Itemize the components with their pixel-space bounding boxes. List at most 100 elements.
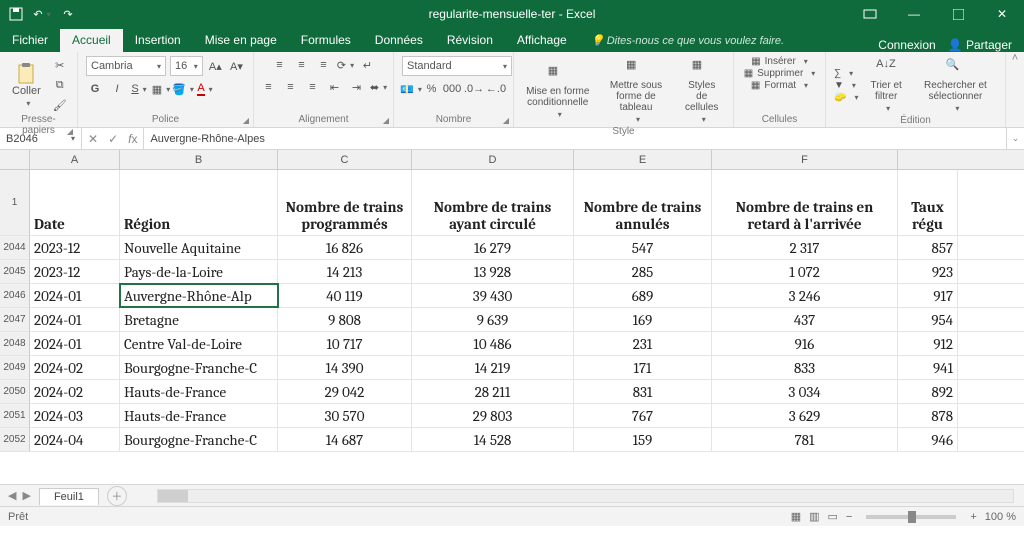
cell[interactable]: 14 219 [412,356,574,379]
cell[interactable]: 9 808 [278,308,412,331]
dialog-launcher-icon[interactable]: ◢ [67,127,73,136]
font-size-select[interactable]: 16▾ [170,56,203,76]
zoom-out-icon[interactable]: − [846,511,852,523]
cell[interactable]: 547 [574,236,712,259]
delete-cells-button[interactable]: ▦ Supprimer▾ [744,68,816,79]
increase-font-icon[interactable]: A▴ [207,57,224,75]
signin-link[interactable]: Connexion [878,38,935,52]
cell[interactable]: 833 [712,356,898,379]
page-break-view-icon[interactable]: ▭ [828,510,838,523]
tell-me[interactable]: 💡Dites-nous ce que vous voulez faire. [591,30,784,52]
page-layout-view-icon[interactable]: ▥ [809,510,819,523]
cell[interactable]: 3 629 [712,404,898,427]
header-cell[interactable]: Date [30,170,120,235]
clear-button[interactable]: 🧽▾ [834,92,858,103]
column-headers[interactable]: A B C D E F [30,150,1024,170]
row-header[interactable]: 1 [0,170,30,236]
insert-cells-button[interactable]: ▦ Insérer▾ [751,56,808,67]
cell[interactable]: 912 [898,332,958,355]
tab-insert[interactable]: Insertion [123,29,193,52]
cell[interactable]: 9 639 [412,308,574,331]
col-header-B[interactable]: B [120,150,278,169]
cell[interactable]: 14 213 [278,260,412,283]
header-cell[interactable]: Nombre de trains ayant circulé [412,170,574,235]
cell[interactable]: Auvergne-Rhône-Alp [120,284,278,307]
cell[interactable]: 39 430 [412,284,574,307]
cell[interactable]: 159 [574,428,712,451]
cut-icon[interactable]: ✂ [51,56,69,74]
expand-formula-bar-icon[interactable]: ⌄ [1006,128,1024,149]
borders-icon[interactable]: ▦▾ [152,80,170,98]
cell[interactable]: 10 486 [412,332,574,355]
cell[interactable]: 2024-04 [30,428,120,451]
cell[interactable]: 2 317 [712,236,898,259]
format-painter-icon[interactable]: 🖌 [51,96,69,114]
cell[interactable]: 2024-01 [30,284,120,307]
share-button[interactable]: 👤 Partager [948,38,1012,52]
copy-icon[interactable]: ⧉ [51,76,69,94]
cell[interactable]: Bretagne [120,308,278,331]
cell[interactable]: 2024-03 [30,404,120,427]
align-right-icon[interactable]: ≡ [304,78,322,96]
cell[interactable]: 169 [574,308,712,331]
ribbon-options-icon[interactable] [848,0,892,28]
cell[interactable]: Hauts-de-France [120,404,278,427]
sort-filter-button[interactable]: A↓ZTrier et filtrer▾ [864,56,907,115]
row-header[interactable]: 2044 [0,236,30,260]
dialog-launcher-icon[interactable]: ◢ [503,116,509,125]
row-header[interactable]: 2051 [0,404,30,428]
italic-button[interactable]: I [108,80,126,98]
cell[interactable]: 946 [898,428,958,451]
cell[interactable]: 14 390 [278,356,412,379]
enter-formula-icon[interactable]: ✓ [108,132,118,146]
new-sheet-button[interactable]: ＋ [107,486,127,506]
cell[interactable]: 2024-01 [30,308,120,331]
number-format-select[interactable]: Standard▾ [402,56,512,76]
align-middle-icon[interactable]: ≡ [293,56,311,74]
header-cell[interactable]: Nombre de trains annulés [574,170,712,235]
cell[interactable]: Centre Val-de-Loire [120,332,278,355]
cell[interactable]: 29 042 [278,380,412,403]
cell[interactable]: Nouvelle Aquitaine [120,236,278,259]
close-icon[interactable]: ✕ [980,0,1024,28]
align-center-icon[interactable]: ≡ [282,78,300,96]
col-header-C[interactable]: C [278,150,412,169]
decrease-decimal-icon[interactable]: ←.0 [487,80,505,98]
row-header[interactable]: 2047 [0,308,30,332]
font-color-icon[interactable]: A▾ [196,80,214,98]
sheet-nav-next-icon[interactable]: ▶ [22,489,30,502]
fill-button[interactable]: ▼▾ [834,80,858,91]
collapse-ribbon-icon[interactable]: ˄ [1006,52,1024,127]
row-header[interactable]: 2045 [0,260,30,284]
header-cell[interactable]: Nombre de trains en retard à l'arrivée [712,170,898,235]
find-select-button[interactable]: 🔍Rechercher et sélectionner▾ [914,56,997,115]
tab-data[interactable]: Données [363,29,435,52]
cell[interactable]: Hauts-de-France [120,380,278,403]
underline-button[interactable]: S▾ [130,80,148,98]
percent-icon[interactable]: % [424,80,439,98]
dialog-launcher-icon[interactable]: ◢ [243,116,249,125]
cell[interactable]: 2024-02 [30,356,120,379]
cell[interactable]: 857 [898,236,958,259]
paste-button[interactable]: Coller▾ [8,61,45,110]
autosum-button[interactable]: ∑▾ [834,68,858,79]
cancel-formula-icon[interactable]: ✕ [88,132,98,146]
decrease-font-icon[interactable]: A▾ [228,57,245,75]
cell[interactable]: 916 [712,332,898,355]
cell[interactable]: 29 803 [412,404,574,427]
save-icon[interactable] [8,6,24,22]
tab-review[interactable]: Révision [435,29,505,52]
fx-icon[interactable]: fx [128,132,137,146]
cell[interactable]: Bourgogne-Franche-C [120,428,278,451]
cell[interactable]: 1 072 [712,260,898,283]
cell[interactable]: 2023-12 [30,260,120,283]
cell[interactable]: 831 [574,380,712,403]
cell[interactable]: 28 211 [412,380,574,403]
wrap-text-icon[interactable]: ↵ [359,56,377,74]
header-cell[interactable]: Taux régu [898,170,958,235]
comma-icon[interactable]: 000 [443,80,461,98]
align-bottom-icon[interactable]: ≡ [315,56,333,74]
maximize-icon[interactable] [936,0,980,28]
cell[interactable]: 2023-12 [30,236,120,259]
cell[interactable]: 878 [898,404,958,427]
